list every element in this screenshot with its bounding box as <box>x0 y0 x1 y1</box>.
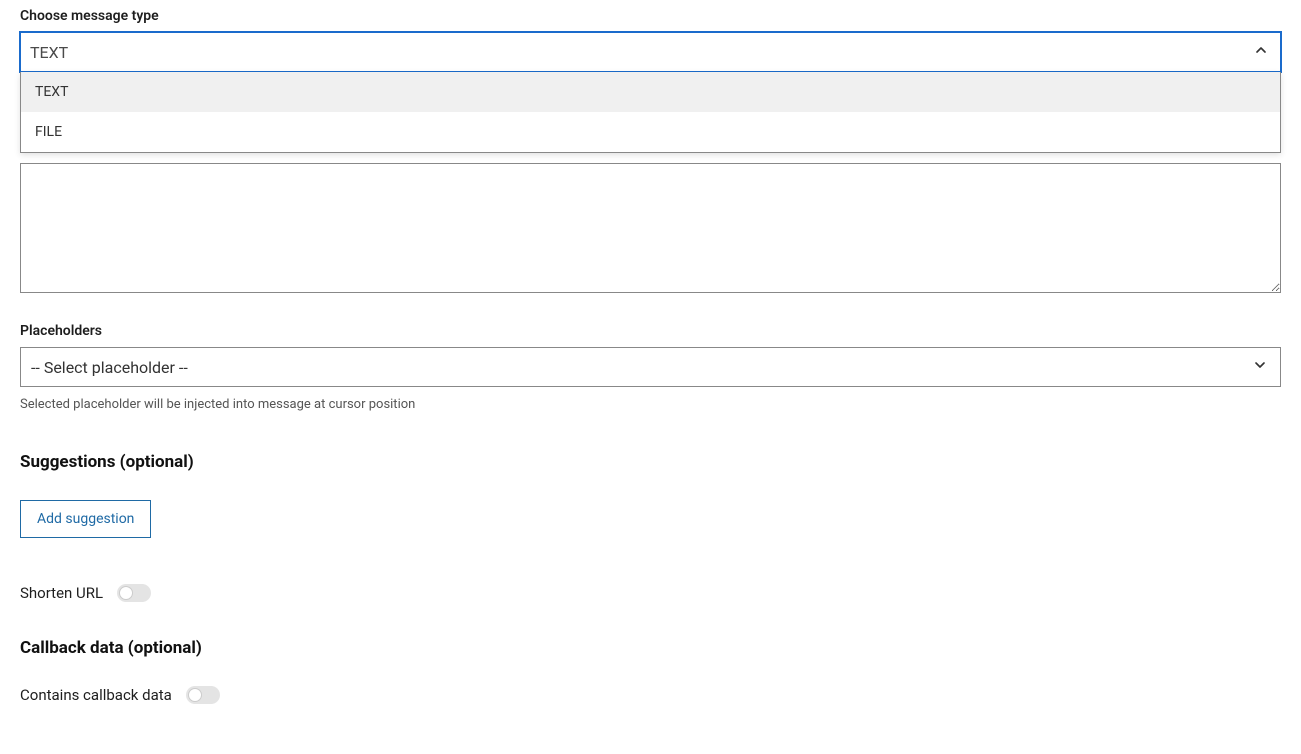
shorten-url-toggle[interactable] <box>117 584 151 602</box>
message-type-input[interactable] <box>20 32 1281 72</box>
callback-toggle-row: Contains callback data <box>20 686 1281 704</box>
add-suggestion-button[interactable]: Add suggestion <box>20 500 151 538</box>
callback-toggle[interactable] <box>186 686 220 704</box>
callback-section: Callback data (optional) Contains callba… <box>20 638 1281 704</box>
placeholders-help-text: Selected placeholder will be injected in… <box>20 397 1281 412</box>
dropdown-option-file[interactable]: FILE <box>21 112 1280 152</box>
message-type-combobox: TEXT FILE <box>20 32 1281 72</box>
toggle-knob <box>119 586 133 600</box>
message-type-group: Choose message type TEXT FILE <box>20 8 1281 297</box>
suggestions-section: Suggestions (optional) Add suggestion <box>20 452 1281 538</box>
callback-contains-label: Contains callback data <box>20 686 172 704</box>
message-textarea-wrap <box>20 164 1281 297</box>
placeholders-select-value: -- Select placeholder -- <box>31 358 1240 377</box>
chevron-down-icon <box>1252 357 1268 377</box>
message-textarea[interactable] <box>20 163 1281 293</box>
toggle-knob <box>188 688 202 702</box>
placeholders-group: Placeholders -- Select placeholder -- Se… <box>20 323 1281 412</box>
callback-heading: Callback data (optional) <box>20 638 1281 658</box>
dropdown-option-text[interactable]: TEXT <box>21 72 1280 112</box>
placeholders-select[interactable]: -- Select placeholder -- <box>20 347 1281 387</box>
suggestions-heading: Suggestions (optional) <box>20 452 1281 472</box>
message-type-label: Choose message type <box>20 8 1281 24</box>
placeholders-label: Placeholders <box>20 323 1281 339</box>
message-type-dropdown: TEXT FILE <box>20 72 1281 153</box>
shorten-url-row: Shorten URL <box>20 584 1281 602</box>
shorten-url-label: Shorten URL <box>20 584 103 602</box>
